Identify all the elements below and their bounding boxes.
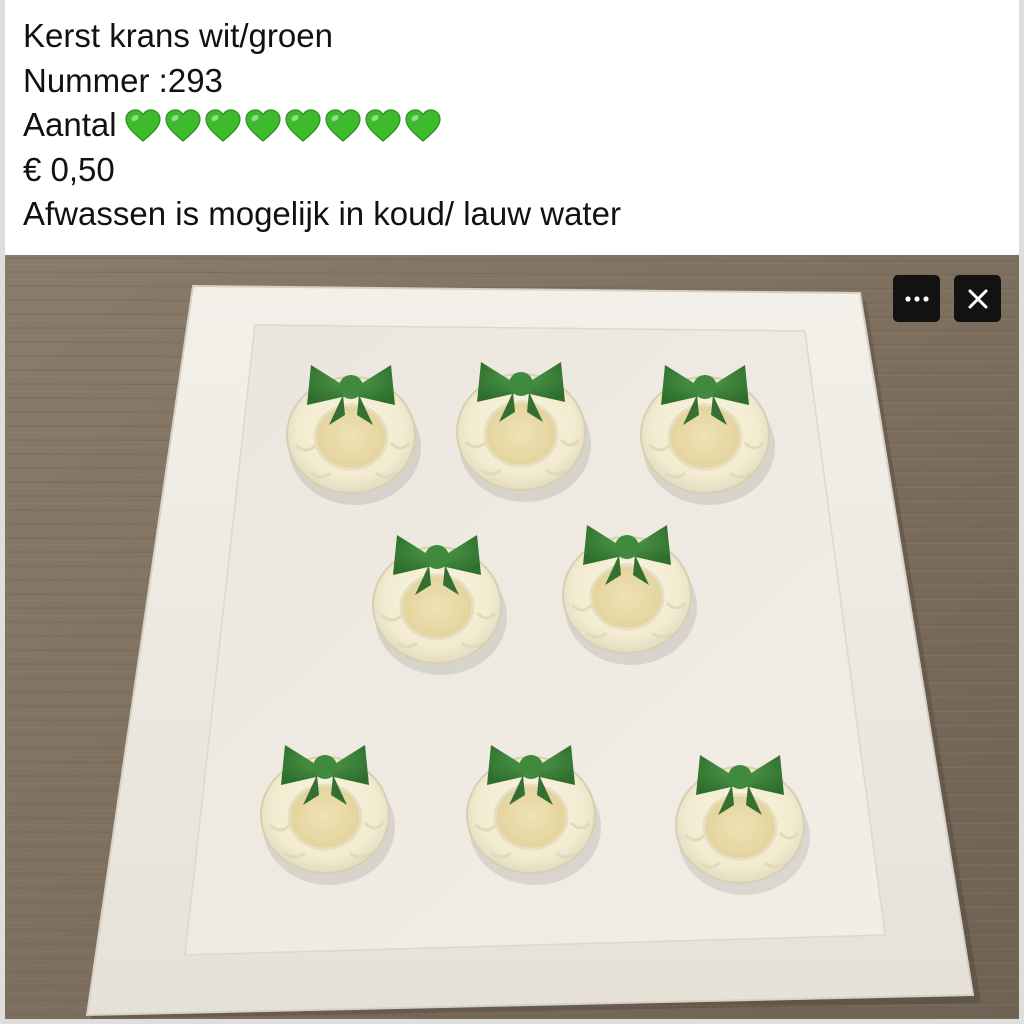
close-button[interactable] bbox=[954, 275, 1001, 322]
green-heart-icon bbox=[283, 103, 323, 147]
product-title: Kerst krans wit/groen bbox=[23, 17, 333, 54]
green-heart-icon bbox=[363, 103, 403, 147]
quantity-hearts bbox=[123, 103, 443, 148]
product-number: Nummer :293 bbox=[23, 61, 223, 99]
quantity-label: Aantal bbox=[23, 106, 117, 143]
product-photo[interactable] bbox=[5, 255, 1019, 1019]
close-icon bbox=[968, 289, 987, 308]
green-heart-icon bbox=[403, 103, 443, 147]
green-heart-icon bbox=[163, 103, 203, 147]
green-heart-icon bbox=[243, 103, 283, 147]
bottom-border bbox=[0, 1019, 1024, 1024]
green-heart-icon bbox=[323, 103, 363, 147]
care-instructions: Afwassen is mogelijk in koud/ lauw water bbox=[23, 195, 621, 232]
product-quantity: Aantal bbox=[23, 103, 1003, 148]
product-price: € 0,50 bbox=[23, 150, 115, 188]
more-icon bbox=[904, 295, 929, 302]
green-heart-icon bbox=[123, 103, 163, 147]
more-options-button[interactable] bbox=[893, 275, 940, 322]
green-heart-icon bbox=[203, 103, 243, 147]
post-caption: Kerst krans wit/groen Nummer :293 Aantal… bbox=[23, 14, 1003, 237]
